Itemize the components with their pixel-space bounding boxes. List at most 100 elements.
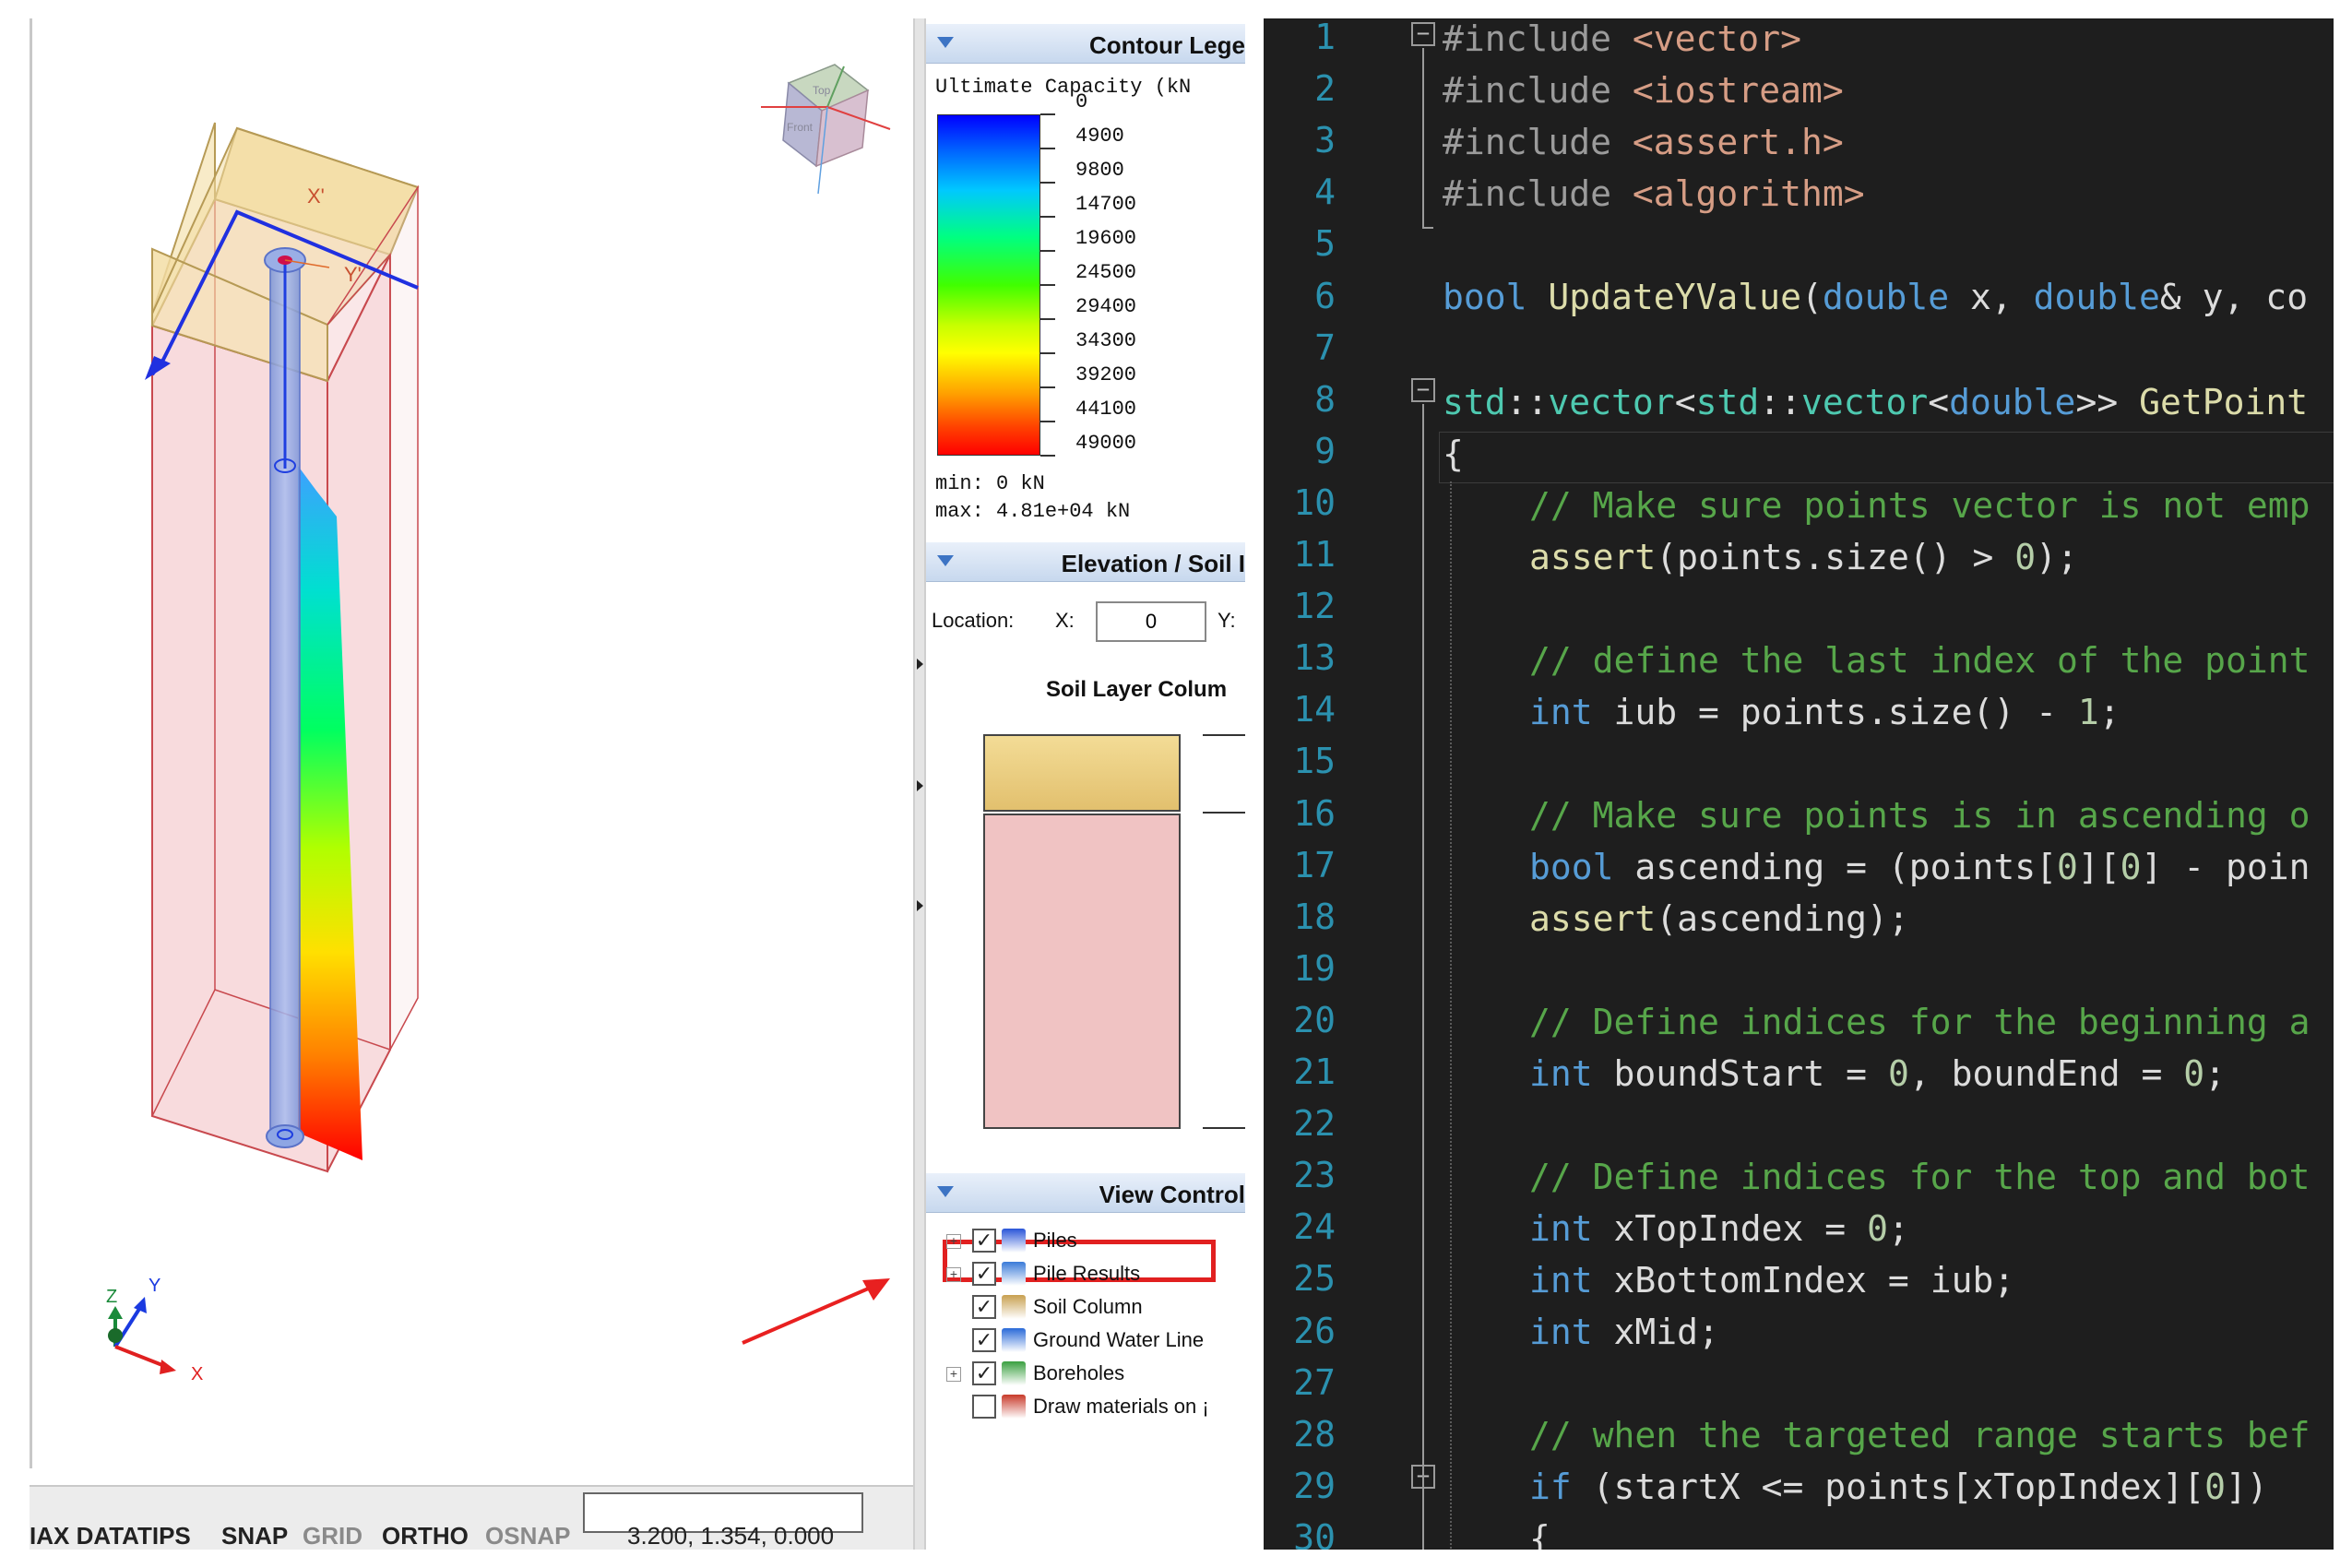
annotation-arrow-line <box>742 1282 880 1345</box>
legend-tick <box>1040 421 1055 422</box>
triad-x-label: X <box>191 1364 203 1384</box>
code-text: #include <algorithm> <box>1443 173 1865 214</box>
line-number: 4 <box>1314 172 1336 213</box>
expand-plus-icon[interactable]: + <box>946 1267 961 1282</box>
legend-value-label: 49000 <box>1075 432 1137 455</box>
code-text: std::vector<std::vector<double>> GetPoin… <box>1443 382 2309 422</box>
local-y-axis-label: Y' <box>344 263 362 286</box>
pile-icon <box>1002 1229 1026 1253</box>
code-line-3[interactable]: #include <assert.h> <box>1443 122 1844 162</box>
3d-viewport[interactable]: X' Y' Top Front Z Y X <box>30 18 922 1468</box>
code-line-23[interactable]: // Define indices for the top and bot <box>1529 1157 2310 1197</box>
code-line-8[interactable]: std::vector<std::vector<double>> GetPoin… <box>1443 382 2308 422</box>
line-number: 21 <box>1293 1051 1336 1092</box>
legend-value-label: 44100 <box>1075 398 1137 421</box>
code-line-9[interactable]: { <box>1443 434 1464 474</box>
view-control-label: Soil Column <box>1033 1295 1143 1318</box>
view-control-item-draw-materials-on[interactable]: Draw materials on ¡ <box>926 1393 1245 1424</box>
expand-plus-icon[interactable]: + <box>946 1234 961 1249</box>
line-number: 3 <box>1314 120 1336 161</box>
expand-plus-icon[interactable]: + <box>946 1367 961 1382</box>
visibility-checkbox[interactable]: ✓ <box>972 1295 996 1319</box>
view-control-item-pile-results[interactable]: + ✓ Pile Results <box>926 1260 1245 1291</box>
view-control-item-boreholes[interactable]: + ✓ Boreholes <box>926 1360 1245 1391</box>
line-number: 14 <box>1293 689 1336 731</box>
soil-column-clay-layer[interactable] <box>983 814 1181 1129</box>
visibility-checkbox[interactable]: ✓ <box>972 1328 996 1352</box>
code-line-1[interactable]: #include <vector> <box>1443 18 1801 59</box>
code-line-11[interactable]: assert(points.size() > 0); <box>1529 537 2078 577</box>
line-number: 15 <box>1293 741 1336 782</box>
legend-tick <box>1040 216 1055 218</box>
view-control-item-soil-column[interactable]: ✓ Soil Column <box>926 1293 1245 1324</box>
line-number: 9 <box>1314 430 1336 471</box>
code-line-20[interactable]: // Define indices for the beginning a <box>1529 1002 2310 1042</box>
code-line-21[interactable]: int boundStart = 0, boundEnd = 0; <box>1529 1053 2226 1094</box>
view-control-item-piles[interactable]: + ✓ Piles <box>926 1227 1245 1258</box>
pile-toe <box>266 1124 304 1148</box>
legend-value-label: 4900 <box>1075 125 1124 148</box>
status-osnap-toggle[interactable]: OSNAP <box>485 1522 570 1550</box>
view-cube[interactable]: Top Front <box>761 64 891 195</box>
code-text: { <box>1529 1518 1550 1550</box>
code-line-16[interactable]: // Make sure points is in ascending o <box>1529 795 2310 836</box>
splitter-arrow-icon[interactable] <box>917 900 923 911</box>
x-coordinate-input[interactable]: 0 <box>1096 601 1206 642</box>
code-line-26[interactable]: int xMid; <box>1529 1312 1719 1352</box>
visibility-checkbox[interactable]: ✓ <box>972 1229 996 1253</box>
line-number: 6 <box>1314 275 1336 316</box>
status-maxdatatips-toggle[interactable]: IAX DATATIPS <box>30 1522 191 1550</box>
status-grid-toggle[interactable]: GRID <box>303 1522 362 1550</box>
code-line-29[interactable]: if (startX <= points[xTopIndex][0]) <box>1529 1467 2268 1507</box>
panel-splitter[interactable] <box>913 18 926 1550</box>
view-control-label: Ground Water Line <box>1033 1328 1205 1351</box>
code-line-2[interactable]: #include <iostream> <box>1443 70 1844 111</box>
legend-value-label: 24500 <box>1075 261 1137 284</box>
view-control-label: Pile Results <box>1033 1262 1141 1285</box>
elevation-soil-header[interactable]: Elevation / Soil I <box>926 542 1245 582</box>
line-number: 30 <box>1293 1516 1336 1550</box>
code-line-6[interactable]: bool UpdateYValue(double x, double& y, c… <box>1443 277 2308 317</box>
soil-column-icon <box>1002 1295 1026 1319</box>
visibility-checkbox[interactable]: ✓ <box>972 1361 996 1385</box>
code-line-4[interactable]: #include <algorithm> <box>1443 173 1865 214</box>
code-line-25[interactable]: int xBottomIndex = iub; <box>1529 1260 2014 1301</box>
line-number: 23 <box>1293 1155 1336 1196</box>
code-line-10[interactable]: // Make sure points vector is not emp <box>1529 485 2310 526</box>
ground-water-icon <box>1002 1328 1026 1352</box>
code-text: assert(ascending); <box>1529 898 1909 939</box>
code-line-17[interactable]: bool ascending = (points[0][0] - poin <box>1529 847 2310 887</box>
line-number: 12 <box>1293 586 1336 627</box>
legend-min: min: 0 kN <box>935 472 1045 495</box>
contour-legend-header[interactable]: Contour Lege <box>926 24 1245 64</box>
code-line-30[interactable]: { <box>1529 1518 1550 1550</box>
code-text: int boundStart = 0, boundEnd = 0; <box>1529 1053 2227 1094</box>
soil-column-sand-layer[interactable] <box>983 734 1181 812</box>
indent-guide <box>1450 481 1452 1550</box>
view-control-header[interactable]: View Control <box>926 1173 1245 1213</box>
legend-value-label: 39200 <box>1075 363 1137 386</box>
model-scene: X' Y' Top Front Z Y X <box>106 64 891 1384</box>
legend-value-label: 19600 <box>1075 227 1137 250</box>
code-text: assert(points.size() > 0); <box>1529 537 2078 577</box>
fold-toggle-icon[interactable]: − <box>1411 378 1435 402</box>
line-number: 24 <box>1293 1206 1336 1248</box>
code-line-14[interactable]: int iub = points.size() - 1; <box>1529 692 2120 732</box>
code-line-18[interactable]: assert(ascending); <box>1529 898 1909 939</box>
line-number: 11 <box>1293 534 1336 575</box>
legend-tick <box>1040 386 1055 388</box>
code-line-13[interactable]: // define the last index of the point <box>1529 640 2310 681</box>
splitter-arrow-icon[interactable] <box>917 780 923 791</box>
status-ortho-toggle[interactable]: ORTHO <box>382 1522 469 1550</box>
code-line-24[interactable]: int xTopIndex = 0; <box>1529 1208 1909 1249</box>
visibility-checkbox[interactable] <box>972 1395 996 1419</box>
fold-toggle-icon[interactable]: − <box>1411 22 1435 46</box>
view-control-item-ground-water-line[interactable]: ✓ Ground Water Line <box>926 1326 1245 1358</box>
code-line-28[interactable]: // when the targeted range starts bef <box>1529 1415 2310 1455</box>
triad-origin <box>108 1328 123 1343</box>
code-text: int xBottomIndex = iub; <box>1529 1260 2015 1301</box>
splitter-arrow-icon[interactable] <box>917 659 923 670</box>
visibility-checkbox[interactable]: ✓ <box>972 1262 996 1286</box>
code-editor[interactable]: − − − #include <vector> #include <iostre… <box>1264 18 2334 1550</box>
status-snap-toggle[interactable]: SNAP <box>221 1522 288 1550</box>
